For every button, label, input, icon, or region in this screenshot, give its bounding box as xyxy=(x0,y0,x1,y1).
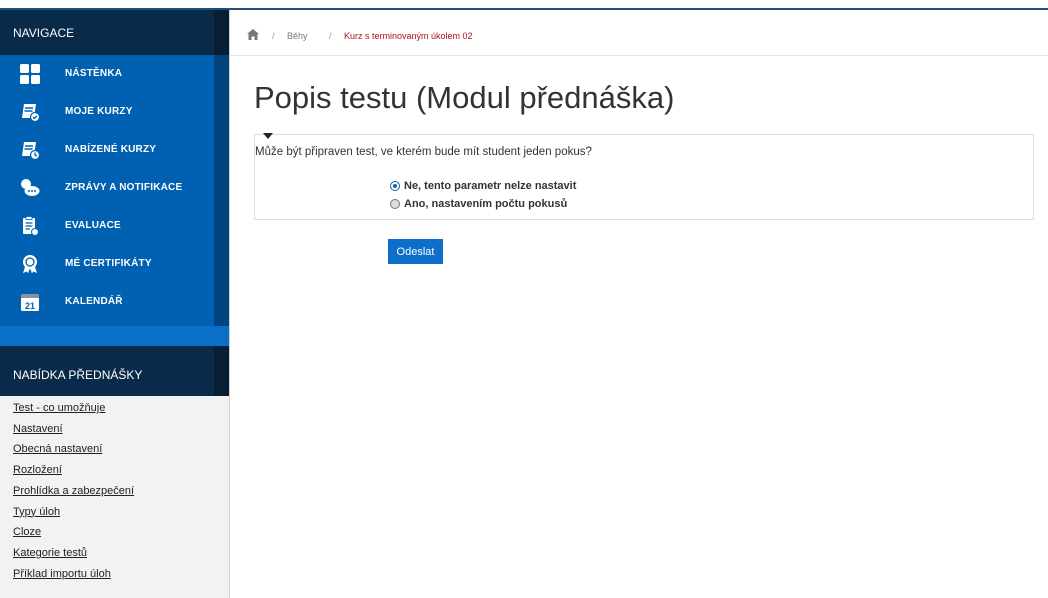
lecture-link[interactable]: Typy úloh xyxy=(13,502,134,523)
nav-item-certificates[interactable]: MÉ CERTIFIKÁTY xyxy=(0,245,229,283)
lecture-menu-header: NABÍDKA PŘEDNÁŠKY xyxy=(0,346,229,396)
nav-label-my-courses: MOJE KURZY xyxy=(65,106,133,117)
navigation-menu: NÁSTĚNKA MOJE KURZY NABÍZENÉ KURZY ZPRÁV… xyxy=(0,55,229,326)
lecture-link[interactable]: Nastavení xyxy=(13,419,134,440)
radio-button-selected[interactable] xyxy=(390,181,400,191)
page-title: Popis testu (Modul přednáška) xyxy=(254,80,675,115)
nav-item-offered-courses[interactable]: NABÍZENÉ KURZY xyxy=(0,131,229,169)
breadcrumb-separator: / xyxy=(272,31,275,41)
lecture-menu-links: Test - co umožňuje Nastavení Obecná nast… xyxy=(13,398,134,584)
nav-label-certificates: MÉ CERTIFIKÁTY xyxy=(65,258,152,269)
calendar-day: 21 xyxy=(25,301,35,311)
breadcrumb-item-course[interactable]: Kurz s terminovaným úkolem 02 xyxy=(344,31,473,41)
sidebar: NAVIGACE NÁSTĚNKA MOJE KURZY NABÍZENÉ KU… xyxy=(0,10,230,598)
nav-item-evaluation[interactable]: EVALUACE xyxy=(0,207,229,245)
nav-label-offered-courses: NABÍZENÉ KURZY xyxy=(65,144,157,155)
navigation-title: NAVIGACE xyxy=(13,26,75,40)
radio-option-label: Ano, nastavením počtu pokusů xyxy=(404,198,568,210)
nav-label-evaluation: EVALUACE xyxy=(65,220,121,231)
lecture-link[interactable]: Rozložení xyxy=(13,460,134,481)
nav-item-messages[interactable]: ZPRÁVY A NOTIFIKACE xyxy=(0,169,229,207)
sidebar-stripe xyxy=(214,346,229,396)
lecture-link[interactable]: Test - co umožňuje xyxy=(13,398,134,419)
calendar-icon: 21 xyxy=(21,294,39,311)
lecture-link[interactable]: Prohlídka a zabezpečení xyxy=(13,481,134,502)
radio-option-yes[interactable]: Ano, nastavením počtu pokusů xyxy=(390,198,567,210)
lecture-link[interactable]: Kategorie testů xyxy=(13,543,134,564)
sidebar-stripe xyxy=(214,10,229,55)
lecture-menu-title: NABÍDKA PŘEDNÁŠKY xyxy=(13,368,143,382)
lecture-link[interactable]: Obecná nastavení xyxy=(13,439,134,460)
nav-label-calendar: KALENDÁŘ xyxy=(65,296,123,307)
radio-button[interactable] xyxy=(390,199,400,209)
breadcrumb-item-runs[interactable]: Běhy xyxy=(287,31,308,41)
radio-option-label: Ne, tento parametr nelze nastavit xyxy=(404,180,577,192)
breadcrumb-separator: / xyxy=(329,31,332,41)
messages-icon xyxy=(21,179,40,196)
home-icon[interactable] xyxy=(247,29,259,40)
lecture-link[interactable]: Příklad importu úloh xyxy=(13,564,134,585)
nav-label-messages: ZPRÁVY A NOTIFIKACE xyxy=(65,182,183,193)
my-courses-icon xyxy=(22,104,40,122)
nav-label-dashboard: NÁSTĚNKA xyxy=(65,68,123,79)
evaluation-icon xyxy=(23,216,39,236)
nav-spacer xyxy=(0,326,229,346)
offered-courses-icon xyxy=(22,142,40,160)
nav-item-dashboard[interactable]: NÁSTĚNKA xyxy=(0,55,229,93)
collapse-caret-icon[interactable] xyxy=(263,133,273,139)
nav-item-calendar[interactable]: 21 KALENDÁŘ xyxy=(0,283,229,321)
question-box: Může být připraven test, ve kterém bude … xyxy=(254,133,1034,220)
dashboard-icon xyxy=(20,64,40,84)
radio-option-no[interactable]: Ne, tento parametr nelze nastavit xyxy=(390,180,576,192)
breadcrumb: / Běhy / Kurz s terminovaným úkolem 02 xyxy=(230,10,1048,56)
lecture-link[interactable]: Cloze xyxy=(13,522,134,543)
submit-button[interactable]: Odeslat xyxy=(388,239,443,264)
question-text: Může být připraven test, ve kterém bude … xyxy=(255,146,592,158)
nav-item-my-courses[interactable]: MOJE KURZY xyxy=(0,93,229,131)
certificate-icon xyxy=(23,255,37,274)
navigation-header: NAVIGACE xyxy=(0,10,229,55)
